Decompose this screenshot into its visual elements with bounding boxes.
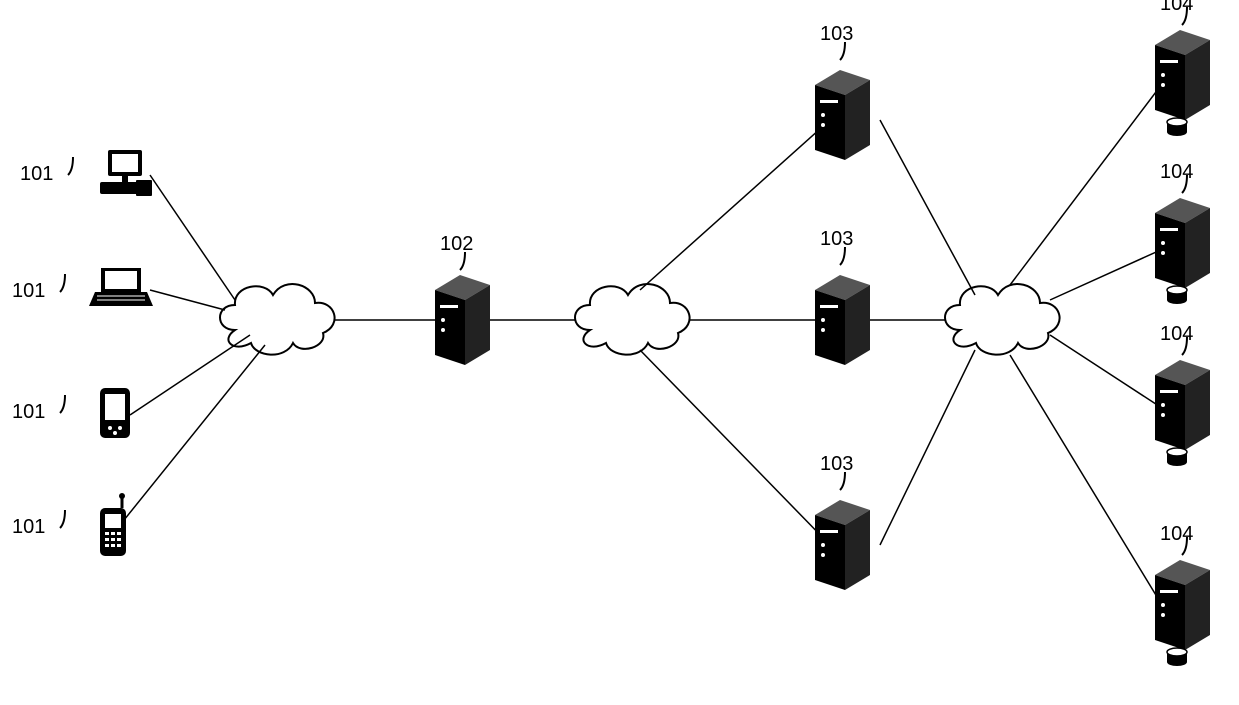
server-db-4: 104 (1155, 523, 1210, 666)
label-mid-server-3: 103 (820, 453, 853, 475)
label-db-server-1: 104 (1160, 0, 1193, 15)
label-mid-server-1: 103 (820, 23, 853, 45)
cloud-b (575, 284, 690, 355)
server-mid-2: 103 (815, 228, 870, 365)
label-mid-server-2: 103 (820, 228, 853, 250)
server-front: 102 (435, 233, 490, 365)
client-phone: 101 (12, 493, 126, 556)
server-db-3: 104 (1155, 323, 1210, 466)
server-db-1: 104 (1155, 0, 1210, 136)
label-front-server: 102 (440, 233, 473, 255)
label-client-1: 101 (20, 163, 53, 185)
server-mid-3: 103 (815, 453, 870, 590)
client-desktop: 101 (20, 150, 152, 196)
server-mid-1: 103 (815, 23, 870, 160)
client-pda: 101 (12, 388, 130, 438)
label-client-4: 101 (12, 516, 45, 538)
label-db-server-4: 104 (1160, 523, 1193, 545)
label-client-3: 101 (12, 401, 45, 423)
client-laptop: 101 (12, 268, 153, 306)
network-diagram: 101 101 101 101 102 103 103 103 (0, 0, 1239, 705)
cloud-c (945, 284, 1060, 355)
label-db-server-3: 104 (1160, 323, 1193, 345)
label-db-server-2: 104 (1160, 161, 1193, 183)
label-client-2: 101 (12, 280, 45, 302)
server-db-2: 104 (1155, 161, 1210, 304)
